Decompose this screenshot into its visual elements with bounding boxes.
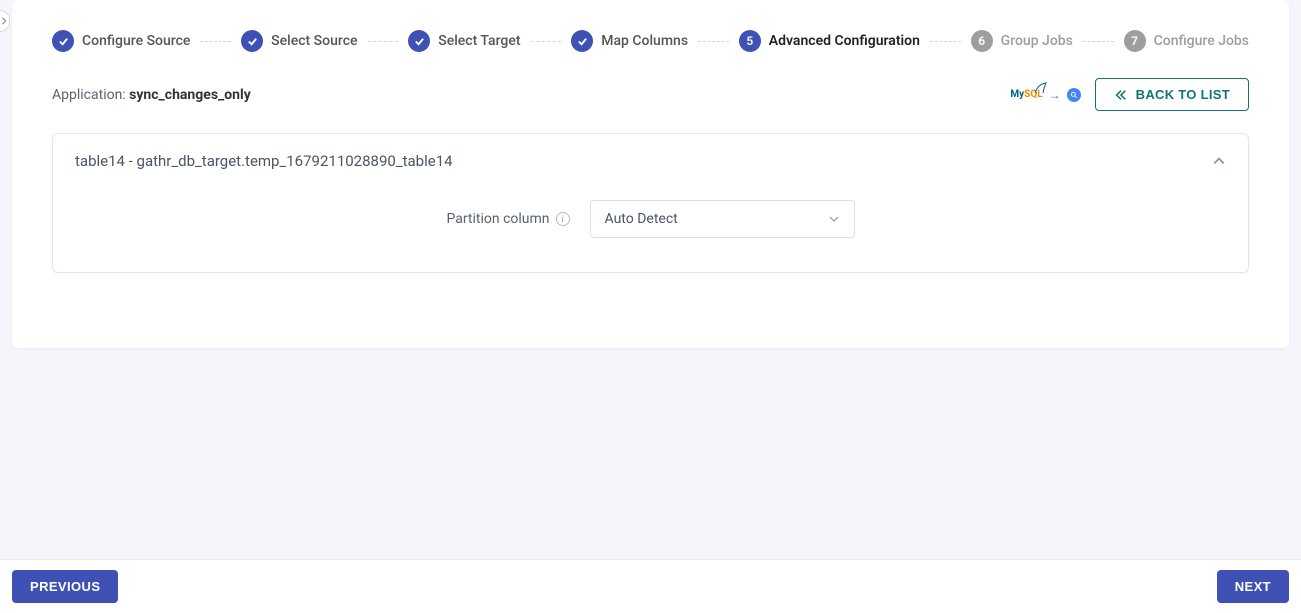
step-number-badge: 7	[1124, 30, 1146, 52]
step-label: Select Target	[438, 33, 520, 49]
step-map-columns[interactable]: Map Columns	[571, 30, 688, 52]
step-connector	[368, 41, 399, 42]
source-target-indicator: MySQL →	[1010, 88, 1080, 102]
wizard-footer: PREVIOUS NEXT	[0, 559, 1301, 613]
back-to-list-label: BACK TO LIST	[1136, 87, 1230, 102]
application-name: sync_changes_only	[129, 87, 251, 103]
step-select-source[interactable]: Select Source	[241, 30, 357, 52]
main-card: Configure Source Select Source Select Ta…	[12, 0, 1289, 348]
step-connector	[1083, 41, 1114, 42]
mysql-icon: MySQL	[1010, 89, 1042, 100]
chevron-up-icon	[1212, 154, 1226, 168]
step-connector	[698, 41, 729, 42]
step-select-target[interactable]: Select Target	[408, 30, 520, 52]
step-number-badge: 5	[739, 30, 761, 52]
bigquery-icon	[1067, 88, 1081, 102]
expand-sidebar-handle[interactable]	[0, 10, 10, 32]
application-prefix: Application:	[52, 87, 129, 103]
step-label: Group Jobs	[1001, 33, 1073, 49]
info-icon[interactable]: i	[556, 212, 570, 226]
check-icon	[241, 30, 263, 52]
table-config-panel: table14 - gathr_db_target.temp_167921102…	[52, 133, 1249, 273]
step-configure-source[interactable]: Configure Source	[52, 30, 190, 52]
step-connector	[200, 41, 231, 42]
chevron-down-icon	[828, 213, 840, 225]
check-icon	[408, 30, 430, 52]
step-configure-jobs: 7 Configure Jobs	[1124, 30, 1249, 52]
select-value: Auto Detect	[605, 211, 678, 227]
panel-title: table14 - gathr_db_target.temp_167921102…	[75, 152, 453, 170]
partition-column-select[interactable]: Auto Detect	[590, 200, 855, 238]
step-label: Map Columns	[601, 33, 688, 49]
check-icon	[52, 30, 74, 52]
step-advanced-configuration[interactable]: 5 Advanced Configuration	[739, 30, 920, 52]
step-label: Advanced Configuration	[769, 33, 920, 49]
partition-column-label: Partition column i	[446, 211, 569, 227]
panel-header[interactable]: table14 - gathr_db_target.temp_167921102…	[53, 134, 1248, 176]
application-row: Application: sync_changes_only MySQL → B…	[52, 78, 1249, 111]
arrow-right-icon: →	[1049, 88, 1061, 102]
back-to-list-button[interactable]: BACK TO LIST	[1095, 78, 1249, 111]
step-number-badge: 6	[971, 30, 993, 52]
step-connector	[531, 41, 562, 42]
application-label: Application: sync_changes_only	[52, 87, 251, 103]
field-label-text: Partition column	[446, 211, 549, 227]
step-label: Select Source	[271, 33, 357, 49]
check-icon	[571, 30, 593, 52]
panel-body: Partition column i Auto Detect	[53, 176, 1248, 272]
step-connector	[930, 41, 961, 42]
application-right: MySQL → BACK TO LIST	[1010, 78, 1249, 111]
chevron-right-icon	[0, 17, 8, 25]
step-label: Configure Source	[82, 33, 190, 49]
step-group-jobs: 6 Group Jobs	[971, 30, 1073, 52]
next-button[interactable]: NEXT	[1217, 570, 1289, 603]
previous-button[interactable]: PREVIOUS	[12, 570, 118, 603]
wizard-stepper: Configure Source Select Source Select Ta…	[52, 30, 1249, 52]
double-chevron-left-icon	[1114, 88, 1128, 102]
step-label: Configure Jobs	[1154, 33, 1249, 49]
